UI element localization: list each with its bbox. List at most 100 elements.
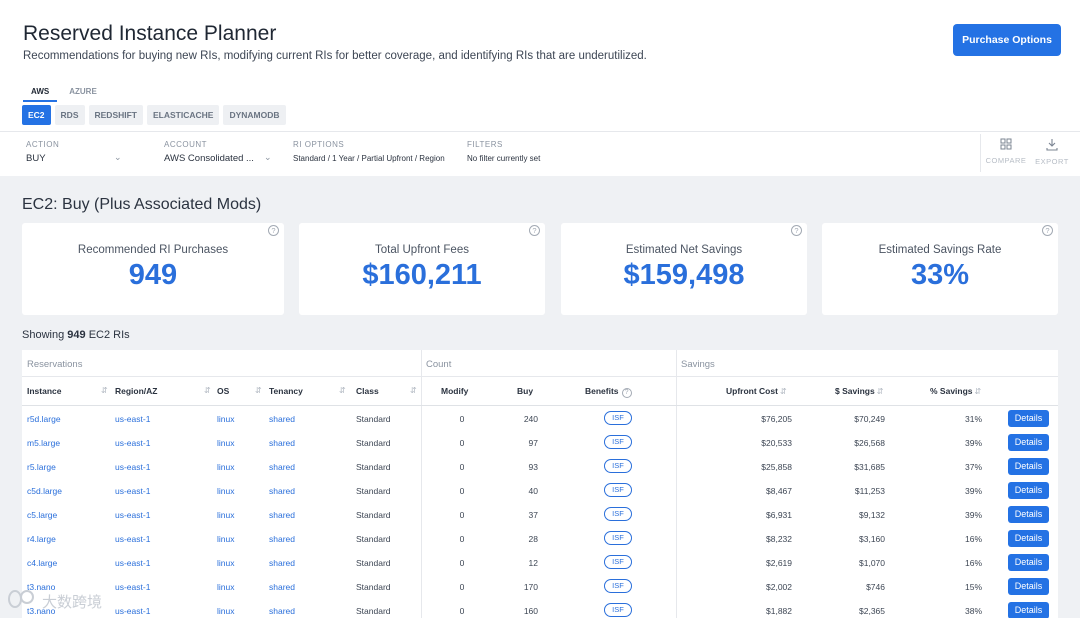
card-net-savings: ? Estimated Net Savings $159,498 xyxy=(561,223,807,315)
cell-region[interactable]: us-east-1 xyxy=(115,486,150,496)
cell-region[interactable]: us-east-1 xyxy=(115,558,150,568)
tab-rds[interactable]: RDS xyxy=(54,105,85,125)
details-button[interactable]: Details xyxy=(1008,410,1049,427)
cell-tenancy[interactable]: shared xyxy=(269,558,295,568)
th-class[interactable]: Class xyxy=(356,386,379,396)
cell-upfront: $76,205 xyxy=(761,414,792,424)
help-icon[interactable]: ? xyxy=(1042,225,1053,236)
isf-badge[interactable]: ISF xyxy=(604,411,632,425)
cell-region[interactable]: us-east-1 xyxy=(115,534,150,544)
cell-instance[interactable]: c5.large xyxy=(27,510,57,520)
cell-os[interactable]: linux xyxy=(217,510,234,520)
help-icon[interactable]: ? xyxy=(791,225,802,236)
section-title: EC2: Buy (Plus Associated Mods) xyxy=(22,196,262,213)
sort-icon[interactable]: ⇵ xyxy=(101,386,108,395)
cell-instance[interactable]: m5.large xyxy=(27,438,60,448)
cell-instance[interactable]: r5.large xyxy=(27,462,56,472)
chevron-down-icon[interactable]: ⌄ xyxy=(114,152,122,163)
isf-badge[interactable]: ISF xyxy=(604,459,632,473)
tab-elasticache[interactable]: ELASTICACHE xyxy=(147,105,220,125)
isf-badge[interactable]: ISF xyxy=(604,531,632,545)
details-button[interactable]: Details xyxy=(1008,530,1049,547)
cell-savings: $2,365 xyxy=(859,606,885,616)
details-button[interactable]: Details xyxy=(1008,506,1049,523)
sort-icon[interactable]: ⇵ xyxy=(255,386,262,395)
sort-icon[interactable]: ⇵ xyxy=(877,387,884,396)
cell-os[interactable]: linux xyxy=(217,582,234,592)
details-button[interactable]: Details xyxy=(1008,458,1049,475)
sort-icon[interactable]: ⇵ xyxy=(339,386,346,395)
compare-button[interactable]: COMPARE xyxy=(983,138,1029,165)
cell-os[interactable]: linux xyxy=(217,606,234,616)
cell-region[interactable]: us-east-1 xyxy=(115,510,150,520)
th-upfront[interactable]: Upfront Cost ⇵ xyxy=(726,386,787,396)
details-button[interactable]: Details xyxy=(1008,482,1049,499)
th-benefits[interactable]: Benefits? xyxy=(585,386,632,398)
tab-aws[interactable]: AWS xyxy=(23,84,58,102)
purchase-options-button[interactable]: Purchase Options xyxy=(953,24,1061,56)
cell-tenancy[interactable]: shared xyxy=(269,414,295,424)
cell-os[interactable]: linux xyxy=(217,558,234,568)
isf-badge[interactable]: ISF xyxy=(604,555,632,569)
th-instance[interactable]: Instance xyxy=(27,386,62,396)
cell-instance[interactable]: c5d.large xyxy=(27,486,62,496)
isf-badge[interactable]: ISF xyxy=(604,435,632,449)
th-tenancy[interactable]: Tenancy xyxy=(269,386,303,396)
cell-os[interactable]: linux xyxy=(217,414,234,424)
cell-tenancy[interactable]: shared xyxy=(269,486,295,496)
details-button[interactable]: Details xyxy=(1008,602,1049,618)
export-button[interactable]: EXPORT xyxy=(1029,138,1075,166)
card-value: 949 xyxy=(128,259,178,291)
th-buy[interactable]: Buy xyxy=(517,386,533,396)
cell-region[interactable]: us-east-1 xyxy=(115,414,150,424)
th-modify[interactable]: Modify xyxy=(441,386,468,396)
cell-instance[interactable]: r4.large xyxy=(27,534,56,544)
cell-pct: 15% xyxy=(964,582,982,592)
cell-os[interactable]: linux xyxy=(217,486,234,496)
cell-modify: 0 xyxy=(459,606,465,616)
cell-os[interactable]: linux xyxy=(217,438,234,448)
isf-badge[interactable]: ISF xyxy=(604,507,632,521)
sort-icon[interactable]: ⇵ xyxy=(780,387,787,396)
th-os[interactable]: OS xyxy=(217,386,229,396)
action-select[interactable]: ACTION BUY xyxy=(26,140,59,164)
cell-os[interactable]: linux xyxy=(217,462,234,472)
details-button[interactable]: Details xyxy=(1008,554,1049,571)
group-header-row: Reservations Count Savings xyxy=(22,350,1058,377)
help-icon[interactable]: ? xyxy=(621,388,632,398)
cell-tenancy[interactable]: shared xyxy=(269,534,295,544)
sort-icon[interactable]: ⇵ xyxy=(975,387,982,396)
details-button[interactable]: Details xyxy=(1008,434,1049,451)
ri-options-select[interactable]: RI OPTIONS Standard / 1 Year / Partial U… xyxy=(293,140,445,163)
cell-tenancy[interactable]: shared xyxy=(269,582,295,592)
th-region-label: Region/AZ xyxy=(115,386,158,396)
cell-tenancy[interactable]: shared xyxy=(269,438,295,448)
details-button[interactable]: Details xyxy=(1008,578,1049,595)
help-icon[interactable]: ? xyxy=(268,225,279,236)
cell-os[interactable]: linux xyxy=(217,534,234,544)
cell-tenancy[interactable]: shared xyxy=(269,510,295,520)
cell-region[interactable]: us-east-1 xyxy=(115,462,150,472)
tab-dynamodb[interactable]: DYNAMODB xyxy=(223,105,286,125)
th-pct-savings[interactable]: % Savings ⇵ xyxy=(930,386,981,396)
tab-azure[interactable]: AZURE xyxy=(61,84,105,102)
cell-instance[interactable]: r5d.large xyxy=(27,414,61,424)
sort-icon[interactable]: ⇵ xyxy=(410,386,417,395)
help-icon[interactable]: ? xyxy=(529,225,540,236)
cell-tenancy[interactable]: shared xyxy=(269,462,295,472)
action-value: BUY xyxy=(26,153,46,164)
th-region[interactable]: Region/AZ xyxy=(115,386,158,396)
cell-instance[interactable]: c4.large xyxy=(27,558,57,568)
tab-ec2[interactable]: EC2 xyxy=(22,105,51,125)
isf-badge[interactable]: ISF xyxy=(604,579,632,593)
isf-badge[interactable]: ISF xyxy=(604,603,632,617)
th-savings[interactable]: $ Savings ⇵ xyxy=(835,386,883,396)
chevron-down-icon[interactable]: ⌄ xyxy=(264,152,272,163)
account-select[interactable]: ACCOUNT AWS Consolidated ... xyxy=(164,140,254,164)
cell-tenancy[interactable]: shared xyxy=(269,606,295,616)
filters-select[interactable]: FILTERS No filter currently set xyxy=(467,140,540,163)
sort-icon[interactable]: ⇵ xyxy=(204,386,211,395)
isf-badge[interactable]: ISF xyxy=(604,483,632,497)
cell-region[interactable]: us-east-1 xyxy=(115,438,150,448)
tab-redshift[interactable]: REDSHIFT xyxy=(88,105,143,125)
